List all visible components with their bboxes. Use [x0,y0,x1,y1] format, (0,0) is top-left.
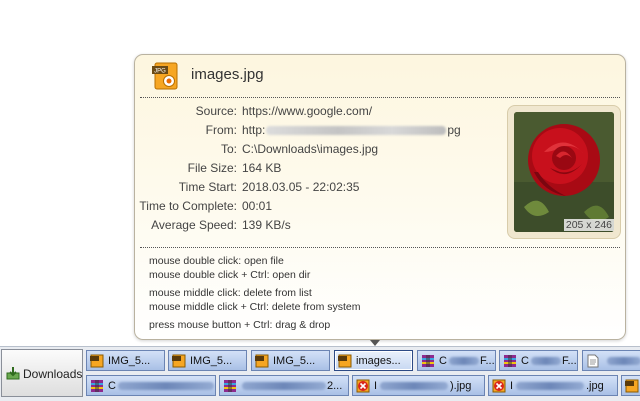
hint-item: mouse middle click + Ctrl: delete from s… [149,301,361,313]
value-from-suffix: pg [447,123,461,137]
download-item[interactable]: I ).jpg [352,375,485,396]
redacted-text [516,382,584,390]
hint-item: mouse middle click: delete from list [149,287,312,299]
download-item[interactable] [621,375,640,396]
thumbnail-size-label: 205 x 246 [563,219,614,231]
value-average-speed: 139 KB/s [242,218,291,232]
download-item-active[interactable]: images... [334,350,413,371]
value-file-size: 164 KB [242,161,282,175]
download-item-label-suffix: ).jpg [450,380,472,392]
label-file-size: File Size: [187,161,237,175]
divider [140,97,620,98]
info-row-from: From: http: pg [135,123,495,141]
download-item[interactable]: C F... [499,350,578,371]
downloads-button[interactable]: Downloads [1,349,83,397]
download-item-label: I [374,380,378,392]
label-time-to-complete: Time to Complete: [139,199,237,213]
error-file-icon [492,379,506,393]
jpg-file-icon [90,354,104,368]
download-info-popup: JPG images.jpg Source: https://www.googl… [134,54,626,340]
download-item[interactable]: I .jpg [488,375,618,396]
downloads-button-label: Downloads [23,367,83,381]
download-item[interactable]: C [86,375,216,396]
info-row-file-size: File Size: 164 KB [135,161,495,179]
thumbnail-frame: 205 x 246 [507,105,621,239]
download-item[interactable]: IMG_5... [86,350,165,371]
document-icon [587,354,599,368]
download-item-label: IMG_5... [108,355,151,367]
label-from: From: [205,123,237,137]
svg-text:JPG: JPG [154,69,166,75]
download-item[interactable]: IMG_5... [251,350,330,371]
jpg-file-icon: JPG [152,62,178,90]
label-time-start: Time Start: [178,180,237,194]
downloads-bar: Downloads IMG_5... IMG_5... IMG_5... ima… [0,346,640,401]
download-item-label: I [510,380,514,392]
download-item-label-suffix: F... [562,355,577,367]
redacted-text [531,357,561,365]
rose-image [514,112,614,232]
download-item[interactable]: 2... [219,375,349,396]
hint-item: mouse double click: open file [149,255,284,267]
download-item-label: IMG_5... [190,355,233,367]
label-average-speed: Average Speed: [151,218,237,232]
redacted-text [607,357,640,365]
download-item[interactable]: C F... [417,350,496,371]
label-source: Source: [195,104,237,118]
archive-icon [224,380,236,392]
info-row-to: To: C:\Downloads\images.jpg [135,142,495,160]
thumbnail-image [514,112,614,232]
download-item-label: images... [356,355,401,367]
info-row-source: Source: https://www.google.com/ [135,104,495,122]
redacted-text [242,382,326,390]
divider [140,247,620,248]
jpg-file-icon [255,354,269,368]
info-row-time-start: Time Start: 2018.03.05 - 22:02:35 [135,180,495,198]
jpg-file-icon [338,354,352,368]
info-row-time-to-complete: Time to Complete: 00:01 [135,199,495,217]
label-to: To: [220,142,237,156]
download-icon [6,367,20,380]
download-item-label: C [108,380,116,392]
download-item-label: IMG_5... [273,355,316,367]
jpg-file-icon [172,354,186,368]
value-from-prefix: http: [242,123,266,137]
value-source: https://www.google.com/ [242,104,373,118]
redacted-url [266,126,447,136]
download-item-label: C [521,355,529,367]
archive-icon [422,355,434,367]
hint-item: press mouse button + Ctrl: drag & drop [149,319,331,331]
redacted-text [118,382,214,390]
value-time-to-complete: 00:01 [242,199,273,213]
value-to: C:\Downloads\images.jpg [242,142,379,156]
download-item-label-suffix: .jpg [586,380,604,392]
error-file-icon [356,379,370,393]
archive-icon [504,355,516,367]
redacted-text [449,357,479,365]
jpg-file-icon [625,379,639,393]
file-title: images.jpg [191,66,264,83]
value-from: http: pg [242,123,461,137]
info-row-average-speed: Average Speed: 139 KB/s [135,218,495,236]
download-item-label-suffix: F... [480,355,495,367]
value-time-start: 2018.03.05 - 22:02:35 [242,180,360,194]
download-item[interactable]: IMG_5... [168,350,247,371]
download-item-label-suffix: 2... [327,380,343,392]
redacted-text [380,382,448,390]
download-item[interactable] [582,350,640,371]
download-item-label: C [439,355,447,367]
archive-icon [91,380,103,392]
hint-item: mouse double click + Ctrl: open dir [149,269,311,281]
